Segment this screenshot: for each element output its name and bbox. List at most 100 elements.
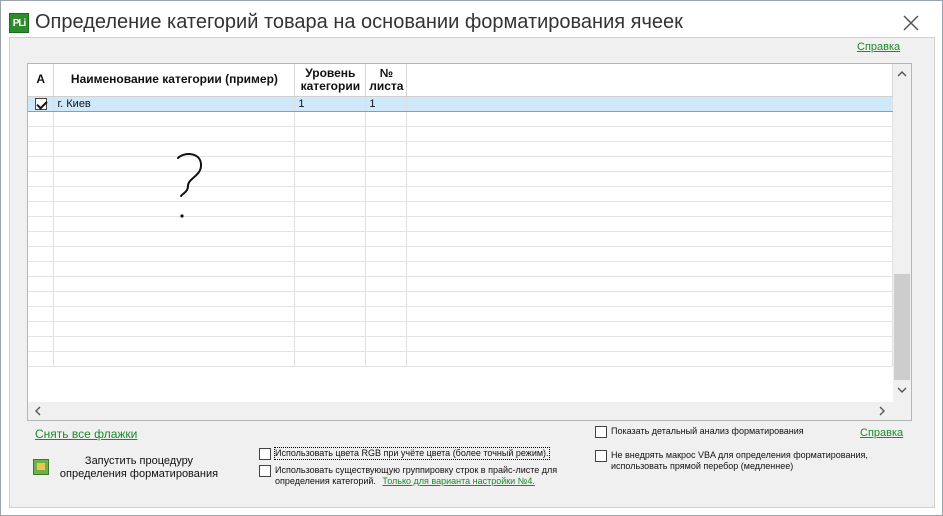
option-no-vba[interactable]: Не внедрять макрос VBA для определения ф… bbox=[595, 450, 895, 472]
empty-cell[interactable] bbox=[365, 351, 408, 367]
empty-cell[interactable] bbox=[365, 171, 408, 187]
table-row-empty[interactable] bbox=[28, 321, 893, 337]
row-checkbox[interactable] bbox=[34, 97, 47, 110]
empty-cell[interactable] bbox=[28, 261, 55, 277]
empty-cell[interactable] bbox=[294, 156, 367, 172]
empty-cell[interactable] bbox=[365, 246, 408, 262]
option-grouping-note-link[interactable]: Только для варианта настройки №4. bbox=[382, 476, 534, 486]
empty-cell[interactable] bbox=[294, 291, 367, 307]
scroll-down-arrow-icon[interactable] bbox=[894, 382, 910, 398]
empty-cell[interactable] bbox=[294, 351, 367, 367]
empty-cell[interactable] bbox=[365, 141, 408, 157]
empty-cell[interactable] bbox=[53, 246, 296, 262]
empty-cell[interactable] bbox=[28, 141, 55, 157]
column-header-sheet[interactable]: № листа bbox=[365, 64, 408, 97]
empty-cell[interactable] bbox=[294, 186, 367, 202]
empty-cell[interactable] bbox=[294, 111, 367, 127]
empty-cell[interactable] bbox=[365, 276, 408, 292]
empty-cell[interactable] bbox=[294, 231, 367, 247]
help-link-top[interactable]: Справка bbox=[857, 41, 900, 53]
empty-cell[interactable] bbox=[53, 291, 296, 307]
scroll-up-arrow-icon[interactable] bbox=[894, 66, 910, 82]
option-rgb[interactable]: Использовать цвета RGB при учёте цвета (… bbox=[259, 447, 571, 460]
empty-cell[interactable] bbox=[28, 126, 55, 142]
cell-sheet[interactable]: 1 bbox=[365, 95, 408, 112]
empty-cell[interactable] bbox=[53, 126, 296, 142]
empty-cell[interactable] bbox=[294, 171, 367, 187]
table-row-empty[interactable] bbox=[28, 231, 893, 247]
empty-cell[interactable] bbox=[28, 186, 55, 202]
empty-cell[interactable] bbox=[28, 246, 55, 262]
empty-cell[interactable] bbox=[294, 126, 367, 142]
column-header-a[interactable]: A bbox=[28, 64, 55, 97]
empty-cell[interactable] bbox=[28, 201, 55, 217]
help-link-bottom[interactable]: Справка bbox=[860, 427, 903, 439]
cell-level[interactable]: 1 bbox=[294, 95, 367, 112]
empty-cell[interactable] bbox=[53, 336, 296, 352]
table-row-empty[interactable] bbox=[28, 126, 893, 142]
table-row-empty[interactable] bbox=[28, 351, 893, 367]
empty-cell[interactable] bbox=[365, 186, 408, 202]
empty-cell[interactable] bbox=[28, 291, 55, 307]
empty-cell[interactable] bbox=[365, 336, 408, 352]
empty-cell[interactable] bbox=[28, 336, 55, 352]
table-row-empty[interactable] bbox=[28, 156, 893, 172]
table-row-empty[interactable] bbox=[28, 171, 893, 187]
empty-cell[interactable] bbox=[294, 216, 367, 232]
table-row-empty[interactable] bbox=[28, 201, 893, 217]
empty-cell[interactable] bbox=[53, 231, 296, 247]
empty-cell[interactable] bbox=[28, 231, 55, 247]
table-row-empty[interactable] bbox=[28, 186, 893, 202]
table-row-empty[interactable] bbox=[28, 306, 893, 322]
table-row-empty[interactable] bbox=[28, 276, 893, 292]
empty-cell[interactable] bbox=[294, 306, 367, 322]
scroll-right-arrow-icon[interactable] bbox=[874, 403, 890, 419]
empty-cell[interactable] bbox=[365, 216, 408, 232]
empty-cell[interactable] bbox=[365, 306, 408, 322]
empty-cell[interactable] bbox=[294, 276, 367, 292]
empty-cell[interactable] bbox=[53, 321, 296, 337]
empty-cell[interactable] bbox=[28, 276, 55, 292]
option-detail-analysis[interactable]: Показать детальный анализ форматирования bbox=[595, 426, 845, 438]
option-grouping[interactable]: Использовать существующую группировку ст… bbox=[259, 465, 571, 487]
scroll-left-arrow-icon[interactable] bbox=[30, 403, 46, 419]
empty-cell[interactable] bbox=[28, 216, 55, 232]
empty-cell[interactable] bbox=[53, 276, 296, 292]
table-row-empty[interactable] bbox=[28, 246, 893, 262]
table-row-empty[interactable] bbox=[28, 216, 893, 232]
option-detail-checkbox[interactable] bbox=[595, 426, 607, 438]
empty-cell[interactable] bbox=[28, 111, 55, 127]
column-header-level[interactable]: Уровень категории bbox=[294, 64, 367, 97]
empty-cell[interactable] bbox=[28, 321, 55, 337]
empty-cell[interactable] bbox=[294, 336, 367, 352]
empty-cell[interactable] bbox=[365, 126, 408, 142]
empty-cell[interactable] bbox=[365, 321, 408, 337]
clear-all-flags-link[interactable]: Снять все флажки bbox=[35, 427, 137, 441]
column-header-name[interactable]: Наименование категории (пример) bbox=[53, 64, 296, 97]
empty-cell[interactable] bbox=[53, 306, 296, 322]
empty-cell[interactable] bbox=[365, 201, 408, 217]
empty-cell[interactable] bbox=[294, 141, 367, 157]
option-no-vba-checkbox[interactable] bbox=[595, 450, 607, 462]
empty-cell[interactable] bbox=[365, 291, 408, 307]
table-row-empty[interactable] bbox=[28, 141, 893, 157]
run-procedure-button[interactable]: Запустить процедуру определения форматир… bbox=[33, 455, 229, 489]
table-row-empty[interactable] bbox=[28, 336, 893, 352]
vertical-scrollbar[interactable] bbox=[893, 64, 911, 402]
empty-cell[interactable] bbox=[28, 351, 55, 367]
empty-cell[interactable] bbox=[53, 261, 296, 277]
table-row-empty[interactable] bbox=[28, 291, 893, 307]
table-row-empty[interactable] bbox=[28, 111, 893, 127]
empty-cell[interactable] bbox=[365, 261, 408, 277]
empty-cell[interactable] bbox=[28, 156, 55, 172]
empty-cell[interactable] bbox=[28, 306, 55, 322]
empty-cell[interactable] bbox=[294, 261, 367, 277]
empty-cell[interactable] bbox=[294, 201, 367, 217]
table-row[interactable]: г. Киев 1 1 bbox=[28, 95, 893, 112]
empty-cell[interactable] bbox=[53, 351, 296, 367]
empty-cell[interactable] bbox=[365, 111, 408, 127]
vertical-scroll-thumb[interactable] bbox=[894, 274, 910, 380]
horizontal-scrollbar[interactable] bbox=[28, 402, 893, 420]
empty-cell[interactable] bbox=[53, 111, 296, 127]
option-rgb-checkbox[interactable] bbox=[259, 448, 271, 460]
